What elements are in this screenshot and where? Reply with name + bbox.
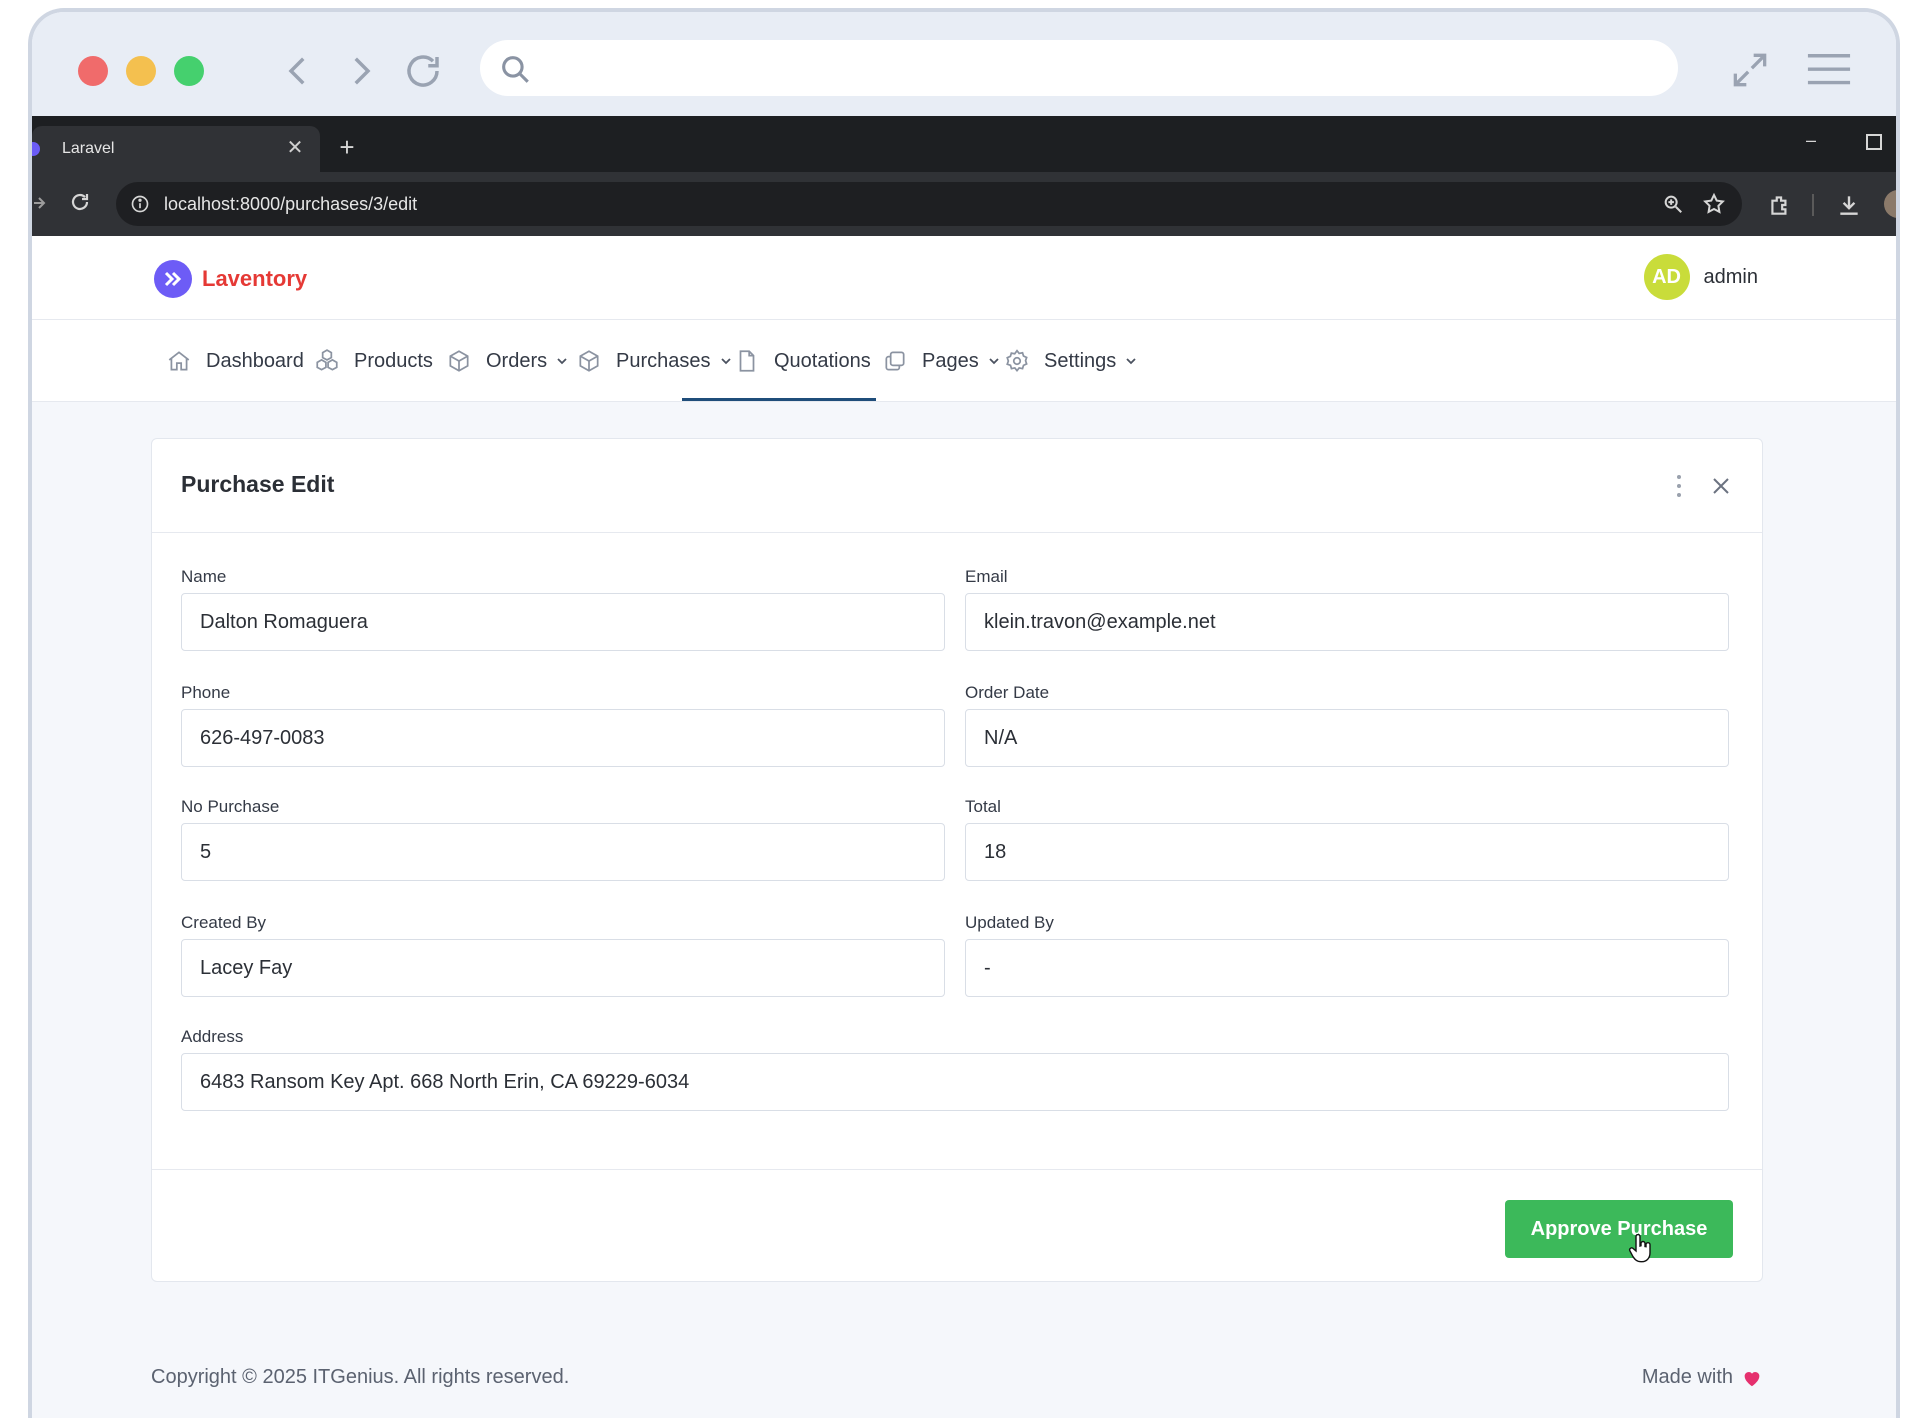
avatar[interactable]: AD (1643, 254, 1690, 300)
extensions-icon[interactable] (1767, 192, 1793, 218)
download-icon[interactable] (1836, 192, 1862, 218)
nav-label: Purchases (616, 349, 711, 372)
user-name[interactable]: admin (1704, 266, 1758, 289)
back-icon[interactable] (277, 50, 319, 92)
file-icon (739, 350, 755, 372)
active-nav-indicator (682, 398, 876, 401)
window-minimize-icon[interactable]: – (1806, 130, 1826, 150)
made-with: Made with (1642, 1366, 1763, 1389)
heart-icon (1744, 1371, 1760, 1386)
email-label: Email (965, 567, 1008, 586)
bookmark-star-icon[interactable] (1702, 192, 1726, 216)
nav-item-dashboard[interactable]: Dashboard (166, 320, 304, 402)
nav-label: Pages (922, 349, 979, 372)
chevron-down-icon (989, 358, 999, 365)
site-info-icon[interactable] (130, 194, 150, 214)
address-field[interactable] (181, 1053, 1729, 1111)
minimize-window-button[interactable] (126, 56, 156, 86)
no-purchase-field[interactable] (181, 823, 945, 881)
main-nav: Dashboard Products Orders Purchases Quot… (32, 320, 1896, 402)
nav-item-pages[interactable]: Pages (882, 320, 1001, 402)
email-field[interactable] (965, 593, 1729, 651)
home-icon (168, 351, 190, 371)
browser-tab[interactable]: Laravel ✕ (32, 126, 320, 172)
nav-item-purchases[interactable]: Purchases (576, 320, 733, 402)
forward-icon[interactable] (340, 50, 382, 92)
url-text[interactable]: localhost:8000/purchases/3/edit (164, 194, 417, 215)
more-vertical-icon[interactable] (1674, 473, 1684, 499)
browser-tab-strip: Laravel ✕ + – (32, 116, 1896, 172)
order-date-label: Order Date (965, 683, 1050, 702)
created-by-label: Created By (181, 913, 267, 932)
made-with-text: Made with (1641, 1366, 1733, 1388)
address-label: Address (181, 1027, 244, 1046)
nav-label: Products (354, 349, 433, 372)
close-window-button[interactable] (78, 56, 108, 86)
nav-item-products[interactable]: Products (314, 320, 433, 402)
nav-item-settings[interactable]: Settings (1004, 320, 1138, 402)
order-date-field[interactable] (965, 709, 1729, 767)
card-header: Purchase Edit (152, 439, 1762, 533)
mac-address-bar[interactable] (480, 40, 1678, 96)
new-tab-button[interactable]: + (332, 132, 362, 162)
zoom-icon[interactable] (1662, 193, 1684, 215)
app-area: Laventory AD admin Dashboard Products Or… (32, 236, 1896, 1418)
user-menu[interactable]: AD admin (1643, 254, 1758, 300)
nav-item-orders[interactable]: Orders (446, 320, 569, 402)
tab-close-icon[interactable]: ✕ (284, 137, 306, 159)
name-field[interactable] (181, 593, 945, 651)
box-icon (449, 350, 469, 372)
browser-toolbar: localhost:8000/purchases/3/edit (32, 172, 1896, 236)
brand[interactable]: Laventory (154, 260, 307, 298)
phone-label: Phone (181, 683, 231, 702)
page-title: Purchase Edit (181, 471, 335, 497)
expand-icon[interactable] (1728, 48, 1772, 92)
name-label: Name (181, 567, 227, 586)
maximize-window-button[interactable] (174, 56, 204, 86)
copyright-text: Copyright © 2025 ITGenius. All rights re… (151, 1366, 570, 1388)
hand-cursor-icon (1628, 1233, 1654, 1264)
chevron-down-icon (557, 358, 567, 365)
search-icon (498, 52, 532, 86)
page-footer: Copyright © 2025 ITGenius. All rights re… (151, 1366, 1763, 1396)
nav-item-quotations[interactable]: Quotations (734, 320, 871, 402)
gear-icon (1006, 349, 1028, 373)
total-label: Total (965, 797, 1001, 816)
nav-label: Dashboard (206, 349, 304, 372)
toolbar-divider (1812, 194, 1814, 216)
window-maximize-icon[interactable] (1866, 134, 1882, 150)
app-header: Laventory AD admin (32, 236, 1896, 320)
purchase-edit-card: Purchase Edit Name Email Phone Order Dat… (151, 438, 1763, 1282)
total-field[interactable] (965, 823, 1729, 881)
cubes-icon (316, 349, 338, 371)
nav-label: Quotations (774, 349, 871, 372)
close-icon[interactable] (1710, 475, 1732, 497)
chevron-down-icon (720, 358, 731, 365)
browser-window: Laravel ✕ + – localhost:8000/purchases/3… (28, 8, 1900, 1418)
brand-name: Laventory (202, 266, 308, 291)
chrome-reload-icon[interactable] (68, 190, 92, 214)
reload-icon[interactable] (402, 50, 444, 92)
mac-toolbar (32, 12, 1896, 116)
copy-icon (885, 351, 905, 371)
hamburger-menu-icon[interactable] (1806, 50, 1852, 90)
no-purchase-label: No Purchase (181, 797, 280, 816)
updated-by-field[interactable] (965, 939, 1729, 997)
tab-title: Laravel (62, 140, 115, 157)
approve-purchase-button[interactable]: Approve Purchase (1505, 1200, 1733, 1258)
brand-logo-icon (154, 260, 192, 298)
nav-label: Orders (486, 349, 548, 372)
chrome-back-icon[interactable] (32, 192, 46, 214)
updated-by-label: Updated By (965, 913, 1054, 932)
chevron-down-icon (1126, 358, 1136, 365)
phone-field[interactable] (181, 709, 945, 767)
card-footer: Approve Purchase (152, 1169, 1762, 1283)
profile-avatar[interactable] (1884, 190, 1896, 218)
favicon-icon (32, 142, 40, 156)
nav-label: Settings (1044, 349, 1117, 372)
chrome-address-bar[interactable]: localhost:8000/purchases/3/edit (116, 182, 1742, 226)
created-by-field[interactable] (181, 939, 945, 997)
box-icon (579, 350, 599, 372)
